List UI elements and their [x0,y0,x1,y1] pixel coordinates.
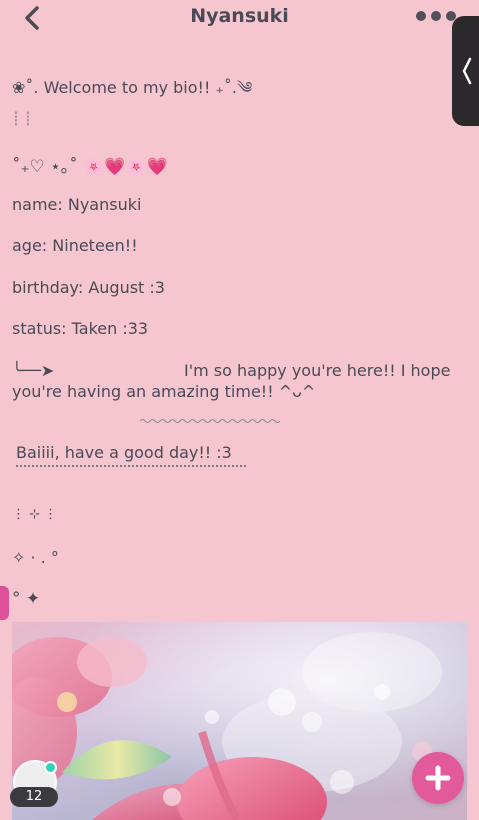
bio-divider: ⋮ ⊹ ⋮ [12,507,58,522]
bio-message: ╰──➤ I'm so happy you're here!! I hope yo… [12,360,462,402]
bio-birthday: birthday: August :3 [12,278,165,297]
add-button[interactable] [412,752,464,804]
bio-status: status: Taken :33 [12,319,149,338]
image-artwork [12,622,467,820]
plus-icon [425,765,451,791]
bio-name: name: Nyansuki [12,195,142,214]
online-status-dot [44,761,57,774]
bio-sparkle-line: ✧ · . ° [12,548,59,567]
top-bar: Nyansuki [0,0,479,34]
bio-image[interactable] [12,622,467,820]
bio-goodbye: Baiiii, have a good day!! :3 [16,443,246,467]
bio-divider: ┊ ┊ [12,112,32,127]
page-title: Nyansuki [190,5,289,27]
bio-hearts-line: ˚₊♡ ⋆｡˚ 🌸💗🌸💗 [12,157,168,177]
comment-count-badge[interactable]: 12 [10,787,58,807]
side-drawer-tab[interactable] [452,16,479,126]
wavy-divider [140,419,281,423]
bio-star-line: ° ✦ [12,589,41,609]
dot-icon [431,11,441,21]
dot-icon [416,11,426,21]
bio-welcome: ❀˚. Welcome to my bio!! ₊˚.༄ [12,78,253,97]
drawer-handle[interactable] [0,586,9,620]
bio-age: age: Nineteen!! [12,236,138,255]
chevron-left-icon [462,57,472,85]
arrow-icon: ╰──➤ [12,361,55,380]
